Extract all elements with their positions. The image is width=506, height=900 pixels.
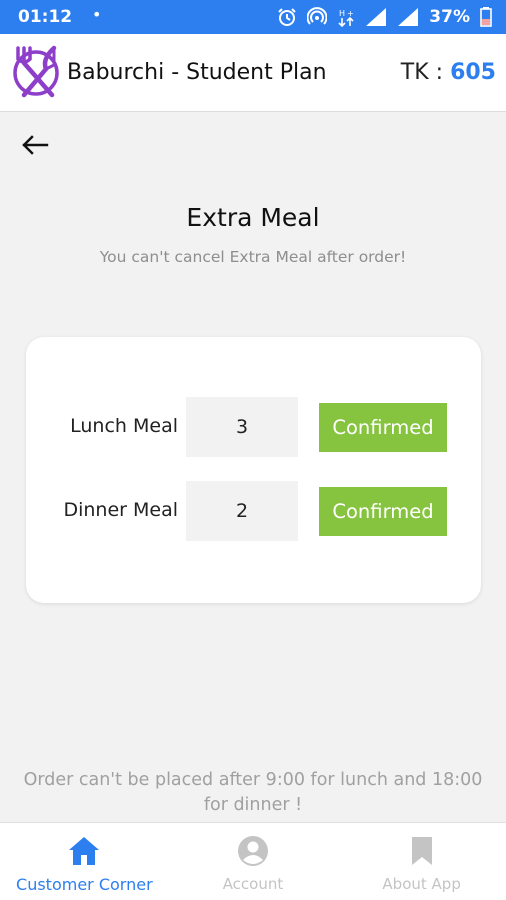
nav-item-customer-corner[interactable]: Customer Corner bbox=[0, 823, 169, 900]
meal-row-dinner: Dinner Meal 2 Confirmed bbox=[26, 481, 481, 541]
order-deadline-notice: Order can't be placed after 9:00 for lun… bbox=[23, 770, 483, 815]
status-bar: 01:12 • H + 37% bbox=[0, 0, 506, 34]
meal-label: Dinner Meal bbox=[63, 499, 178, 521]
balance-label: TK : bbox=[400, 60, 451, 85]
bottom-nav: Customer Corner Account About App bbox=[0, 822, 506, 900]
account-icon bbox=[236, 834, 270, 868]
nav-item-about-app[interactable]: About App bbox=[337, 823, 506, 900]
home-icon bbox=[67, 834, 101, 868]
nav-label: Account bbox=[222, 875, 284, 893]
bookmark-icon bbox=[405, 834, 439, 868]
utensils-logo bbox=[10, 45, 62, 101]
meal-card: Lunch Meal 3 Confirmed Dinner Meal 2 Con… bbox=[26, 337, 481, 603]
hotspot-icon bbox=[307, 7, 328, 27]
nav-label: About App bbox=[382, 875, 461, 893]
balance-display: TK : 605 bbox=[401, 60, 496, 85]
nav-item-account[interactable]: Account bbox=[169, 823, 338, 900]
nav-label: Customer Corner bbox=[16, 875, 153, 894]
app-bar: Baburchi - Student Plan TK : 605 bbox=[0, 34, 506, 112]
page-subtitle: You can't cancel Extra Meal after order! bbox=[99, 248, 407, 266]
data-icon: H + bbox=[337, 7, 355, 27]
arrow-left-icon bbox=[22, 135, 49, 155]
meal-quantity-field[interactable]: 2 bbox=[186, 481, 298, 541]
battery-percent: 37% bbox=[429, 7, 470, 27]
status-icons: H + 37% bbox=[277, 6, 492, 28]
back-button[interactable] bbox=[18, 130, 52, 160]
meal-quantity-field[interactable]: 3 bbox=[186, 397, 298, 457]
page-title: Extra Meal bbox=[186, 203, 320, 232]
signal-icon bbox=[365, 7, 387, 27]
signal-icon bbox=[397, 7, 419, 27]
confirm-button[interactable]: Confirmed bbox=[319, 487, 447, 536]
notification-dot: • bbox=[92, 5, 102, 24]
svg-text:+: + bbox=[347, 9, 354, 18]
balance-value: 605 bbox=[450, 60, 496, 85]
svg-text:H: H bbox=[339, 9, 345, 18]
confirm-button[interactable]: Confirmed bbox=[319, 403, 447, 452]
meal-row-lunch: Lunch Meal 3 Confirmed bbox=[26, 397, 481, 457]
meal-label: Lunch Meal bbox=[70, 415, 178, 437]
status-time: 01:12 bbox=[18, 7, 73, 27]
battery-icon bbox=[480, 7, 492, 27]
app-title: Baburchi - Student Plan bbox=[67, 60, 327, 85]
alarm-icon bbox=[277, 7, 297, 27]
